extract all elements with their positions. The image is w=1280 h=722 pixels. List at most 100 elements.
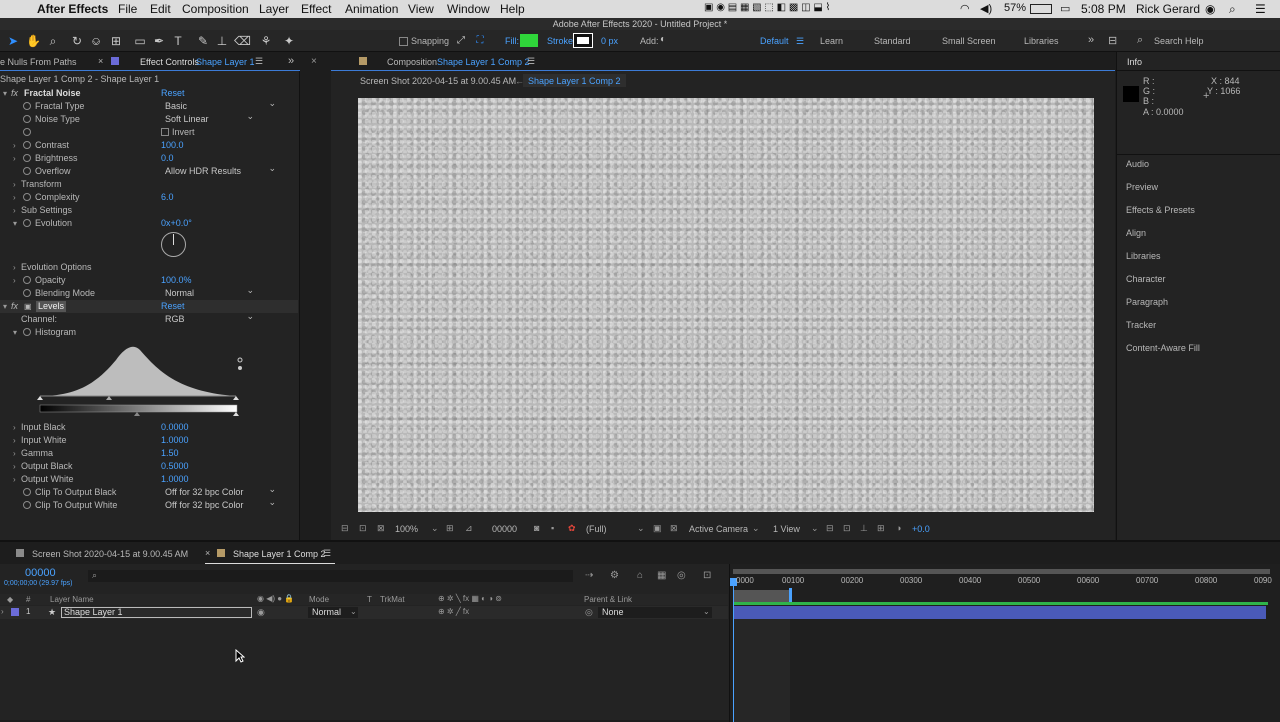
- stopwatch-icon[interactable]: [23, 167, 31, 175]
- resolution-dropdown[interactable]: (Full): [586, 524, 607, 534]
- comp-tab-prefix[interactable]: Composition: [387, 57, 437, 67]
- fx-icon[interactable]: fx: [11, 87, 18, 100]
- layer-row[interactable]: › 1 ★ Shape Layer 1 ◉ Normal ⌄ ⊕ ✲ ╱ fx …: [0, 606, 728, 619]
- collapse-triangle-icon[interactable]: ▾: [13, 217, 17, 230]
- output-black-value[interactable]: 0.5000: [161, 460, 189, 473]
- comp-mini-flowchart-icon[interactable]: ⇢: [585, 570, 593, 581]
- workspace-libraries[interactable]: Libraries: [1024, 36, 1059, 46]
- input-black-value[interactable]: 0.0000: [161, 421, 189, 434]
- camera-tool-icon[interactable]: ⎉: [89, 34, 103, 48]
- blending-mode-dropdown[interactable]: Normal: [162, 285, 258, 299]
- menu-effect[interactable]: Effect: [301, 2, 331, 16]
- frame-blending-icon[interactable]: ▦: [657, 570, 666, 581]
- pick-whip-icon[interactable]: ◎: [585, 607, 593, 618]
- input-black-handle[interactable]: [37, 396, 43, 400]
- snap-expand-icon[interactable]: ⤢: [454, 34, 468, 48]
- fractal-type-dropdown[interactable]: Basic: [162, 98, 280, 112]
- siri-icon[interactable]: ◉: [1205, 2, 1215, 16]
- chevron-down-icon[interactable]: ⌄: [431, 523, 439, 534]
- panel-libraries[interactable]: Libraries: [1126, 251, 1161, 261]
- fill-label[interactable]: Fill:: [505, 36, 519, 46]
- chevron-down-icon[interactable]: ⌄: [703, 607, 710, 616]
- menu-window[interactable]: Window: [447, 2, 490, 16]
- tab-effect-controls-layer[interactable]: Shape Layer 1: [196, 57, 255, 67]
- histogram-graph[interactable]: [36, 340, 246, 420]
- parent-dropdown[interactable]: None: [598, 607, 712, 618]
- stopwatch-icon[interactable]: [23, 102, 31, 110]
- output-white-value[interactable]: 1.0000: [161, 473, 189, 486]
- column-layer-name[interactable]: Layer Name: [50, 595, 94, 604]
- brush-tool-icon[interactable]: ✎: [196, 34, 210, 48]
- expand-triangle-icon[interactable]: ›: [13, 274, 16, 287]
- expand-triangle-icon[interactable]: ›: [13, 152, 16, 165]
- panel-character[interactable]: Character: [1126, 274, 1166, 284]
- opacity-value[interactable]: 100.0%: [161, 274, 192, 287]
- layer-duration-bar[interactable]: [733, 606, 1266, 619]
- channel-indicator-icon[interactable]: [237, 357, 243, 363]
- panel-menu-icon[interactable]: ☰: [255, 56, 263, 67]
- motion-blur-icon[interactable]: ◎: [677, 570, 686, 581]
- panel-content-aware-fill[interactable]: Content-Aware Fill: [1126, 343, 1200, 353]
- fractal-reset-link[interactable]: Reset: [161, 87, 185, 100]
- overflow-dropdown[interactable]: Allow HDR Results: [162, 163, 280, 177]
- collapse-triangle-icon[interactable]: ▾: [3, 300, 7, 313]
- exposure-value[interactable]: +0.0: [912, 524, 930, 534]
- expand-panels-icon[interactable]: »: [288, 55, 294, 67]
- add-icon[interactable]: ◐: [660, 34, 666, 45]
- rotate-tool-icon[interactable]: ↻: [70, 34, 84, 48]
- stopwatch-icon[interactable]: [23, 115, 31, 123]
- timeline-search-input[interactable]: ⌕: [88, 570, 573, 582]
- expand-triangle-icon[interactable]: ›: [13, 460, 16, 473]
- evolution-dial[interactable]: [161, 232, 186, 257]
- puppet-tool-icon[interactable]: ✦: [282, 34, 296, 48]
- panel-layout-icon[interactable]: ⊟: [1108, 34, 1117, 47]
- show-snapshot-icon[interactable]: ▪: [551, 523, 554, 533]
- pan-behind-tool-icon[interactable]: ⊞: [109, 34, 123, 48]
- battery-icon[interactable]: [1030, 4, 1052, 14]
- expand-triangle-icon[interactable]: ›: [13, 421, 16, 434]
- playhead-line[interactable]: [733, 580, 734, 722]
- stopwatch-icon[interactable]: [23, 141, 31, 149]
- magnification-dropdown[interactable]: 100%: [395, 524, 418, 534]
- eraser-tool-icon[interactable]: ⌫: [234, 34, 251, 48]
- view-layout-dropdown[interactable]: 1 View: [773, 524, 800, 534]
- roto-brush-tool-icon[interactable]: ⚘: [259, 34, 273, 48]
- search-help-icon[interactable]: ⌕: [1137, 34, 1143, 47]
- timeline-tab-comp[interactable]: Shape Layer 1 Comp 2: [233, 549, 326, 559]
- expand-triangle-icon[interactable]: ›: [13, 178, 16, 191]
- fill-swatch[interactable]: [520, 34, 538, 47]
- transparency-grid-icon[interactable]: ⊠: [670, 523, 678, 534]
- snap-to-icon[interactable]: ⛶: [473, 34, 487, 48]
- timeline-menu-icon[interactable]: ☰: [323, 548, 331, 559]
- graph-editor-icon[interactable]: ⊡: [703, 570, 711, 581]
- panel-align[interactable]: Align: [1126, 228, 1146, 238]
- panel-preview[interactable]: Preview: [1126, 182, 1158, 192]
- collapse-triangle-icon[interactable]: ▾: [13, 326, 17, 339]
- camera-view-dropdown[interactable]: Active Camera: [689, 524, 748, 534]
- complexity-value[interactable]: 6.0: [161, 191, 174, 204]
- close-tab-icon[interactable]: ×: [205, 548, 210, 558]
- app-menu[interactable]: After Effects: [37, 2, 108, 16]
- contrast-value[interactable]: 100.0: [161, 139, 184, 152]
- comp-viewer-image[interactable]: [358, 98, 1094, 512]
- input-white-value[interactable]: 1.0000: [161, 434, 189, 447]
- stopwatch-icon[interactable]: [23, 193, 31, 201]
- roi-icon[interactable]: ▣: [653, 523, 662, 534]
- stopwatch-icon[interactable]: [23, 328, 31, 336]
- wifi-icon[interactable]: ◠: [960, 2, 970, 15]
- comp-panel-menu-icon[interactable]: ☰: [527, 56, 535, 67]
- mask-visibility-icon[interactable]: ⊿: [465, 523, 473, 534]
- menubar-clock[interactable]: 5:08 PM: [1081, 2, 1126, 16]
- menu-view[interactable]: View: [408, 2, 434, 16]
- fast-previews-icon[interactable]: ⊡: [843, 523, 851, 534]
- stroke-width[interactable]: 0 px: [601, 36, 618, 46]
- workspace-default[interactable]: Default: [760, 36, 789, 46]
- label-column-icon[interactable]: ◆: [7, 595, 13, 604]
- search-help-field[interactable]: Search Help: [1154, 36, 1204, 46]
- chevron-down-icon[interactable]: ⌄: [350, 607, 357, 616]
- pen-tool-icon[interactable]: ✒: [152, 34, 166, 48]
- layer-switches-icons[interactable]: ⊕ ✲ ╱ fx: [438, 607, 469, 616]
- invert-checkbox[interactable]: [161, 128, 169, 136]
- timeline-icon[interactable]: ⊥: [860, 523, 868, 534]
- reset-exposure-icon[interactable]: ◑: [896, 523, 901, 533]
